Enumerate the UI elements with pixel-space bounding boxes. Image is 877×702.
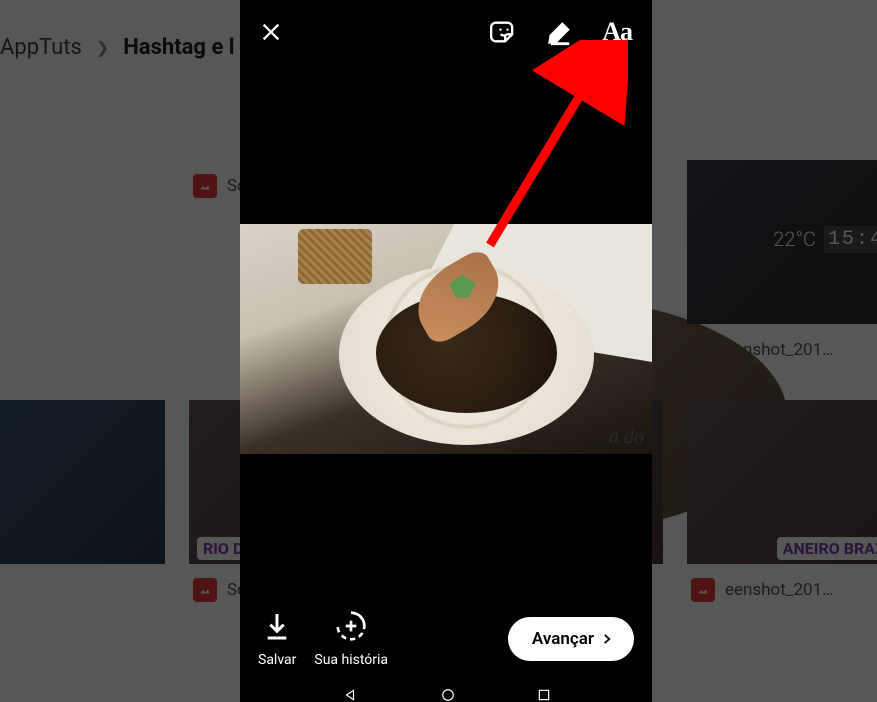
android-navbar xyxy=(240,680,652,702)
home-icon[interactable] xyxy=(439,688,457,702)
story-label: Sua história xyxy=(314,652,388,668)
sticker-button[interactable] xyxy=(490,18,518,46)
download-icon xyxy=(261,610,293,642)
napkin-text: a do xyxy=(608,426,644,450)
next-label: Avançar xyxy=(532,629,594,649)
your-story-button[interactable]: Sua história xyxy=(314,610,388,668)
recents-icon[interactable] xyxy=(536,688,552,702)
close-button[interactable] xyxy=(260,21,282,43)
draw-button[interactable] xyxy=(546,18,574,46)
story-photo[interactable]: a do xyxy=(240,224,652,454)
save-button[interactable]: Salvar xyxy=(258,610,296,668)
back-icon[interactable] xyxy=(340,688,360,702)
next-button[interactable]: Avançar xyxy=(508,617,634,661)
story-add-icon xyxy=(335,610,367,642)
story-editor: Aa a do Salvar xyxy=(240,0,652,702)
text-tool-button[interactable]: Aa xyxy=(602,17,632,47)
save-label: Salvar xyxy=(258,652,296,668)
